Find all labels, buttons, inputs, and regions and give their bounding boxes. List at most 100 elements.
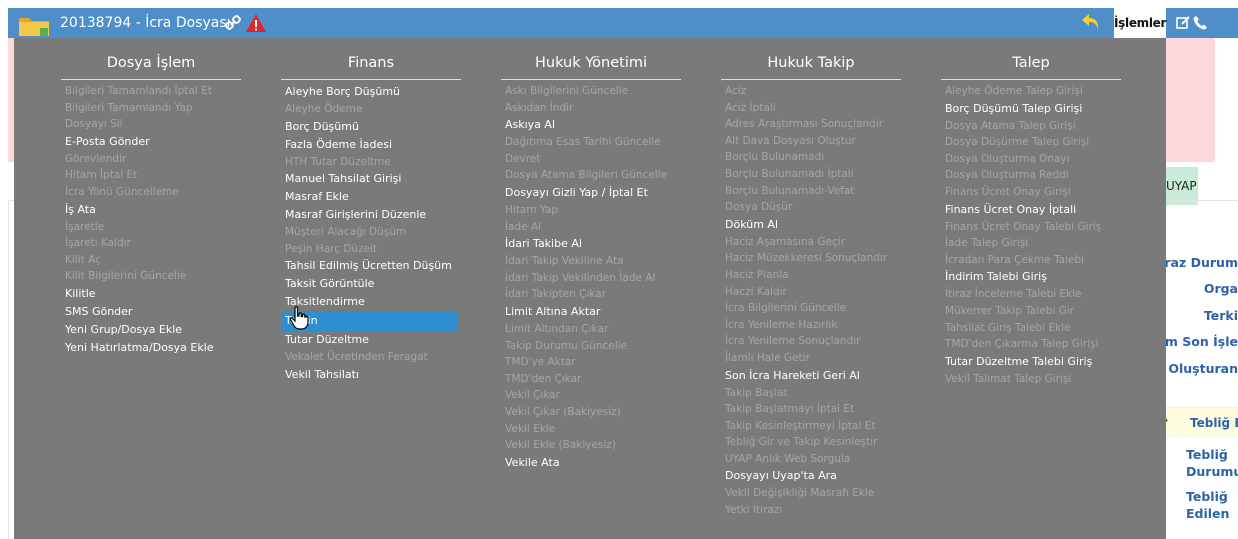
menu-item[interactable]: Vekil Tahsilatı — [281, 366, 461, 384]
menu-item: Devret — [505, 152, 541, 165]
menu-item: Vekil Talimat Talep Girişi — [945, 372, 1072, 385]
tab-tebligat[interactable]: Tebliğ E — [1190, 416, 1238, 430]
menu-item: İşaretle — [65, 220, 105, 233]
menu-column-title: Hukuk Yönetimi — [501, 38, 681, 80]
menu-item[interactable]: İndirim Talebi Giriş — [941, 268, 1121, 286]
file-header-bar: 20138794 - İcra Dosyası İşlemler — [8, 8, 1238, 38]
menu-item[interactable]: Tutar Düzeltme — [281, 331, 461, 349]
menu-item: Yetki İtirazı — [725, 504, 783, 517]
menu-item: Bilgileri Tamamlandı Yap — [65, 101, 193, 114]
menu-item[interactable]: Borç Düşümü Talep Girişi — [941, 100, 1121, 118]
tebligat-durumu-label: Tebliğ Durumu — [1186, 447, 1238, 479]
menu-item: İcra Yönü Güncelleme — [65, 185, 179, 198]
menu-item: Takip Kesinleştirmeyi İptal Et — [725, 419, 876, 432]
menu-item[interactable]: İdari Takibe Al — [501, 235, 681, 253]
menu-item: Tahsilat Giriş Talebi Ekle — [945, 321, 1071, 334]
menu-item: Peşin Harç Düzelt — [285, 242, 378, 255]
menu-item[interactable]: Tahsil Edilmiş Ücretten Düşüm — [281, 257, 461, 275]
menu-item: İdari Takip Vekilinden İade Al — [505, 271, 656, 284]
menu-item: Borçlu Bulunamadı — [725, 151, 825, 164]
divider — [8, 200, 9, 539]
menu-item: Askıdan İndir — [505, 101, 574, 114]
menu-item: Vekil Çıkar — [505, 389, 560, 402]
menu-item[interactable]: Fazla Ödeme İadesi — [281, 136, 461, 154]
menu-item: Tebliğ Gir ve Takip Kesinleştir — [725, 436, 878, 449]
edit-icon[interactable] — [1176, 15, 1191, 34]
menu-item[interactable]: Yeni Grup/Dosya Ekle — [61, 321, 241, 339]
menu-item: Vekil Ekle — [505, 422, 556, 435]
menu-item: UYAP Anlık Web Sorgula — [725, 452, 851, 465]
menu-column-title: Hukuk Takip — [721, 38, 901, 80]
menu-item: Dosya Düşürme Talep Girişi — [945, 136, 1090, 149]
menu-item[interactable]: Dosyayı Gizli Yap / İptal Et — [501, 184, 681, 202]
menu-item: Vekil Değişikliği Masrafı Ekle — [725, 487, 875, 500]
menu-item[interactable]: Yeni Hatırlatma/Dosya Ekle — [61, 339, 241, 357]
menu-item[interactable]: Son İcra Hareketi Geri Al — [721, 367, 901, 385]
menu-item[interactable]: Manuel Tahsilat Girişi — [281, 170, 461, 188]
actions-menu-button[interactable]: İşlemler — [1114, 8, 1166, 38]
menu-item: Kilit Aç — [65, 253, 101, 266]
menu-item[interactable]: Masraf Ekle — [281, 188, 461, 206]
menu-item: Vekil Çıkar (Bakiyesiz) — [505, 405, 621, 418]
menu-item: Vekil Ekle (Bakiyesiz) — [505, 439, 616, 452]
menu-item: Takip Başlatmayı İptal Et — [725, 403, 855, 416]
phone-icon[interactable] — [1193, 15, 1207, 34]
back-arrow-icon[interactable] — [1080, 11, 1102, 37]
menu-item: Bilgileri Tamamlandı İptal Et — [65, 85, 212, 97]
menu-item: Hitam Yap — [505, 203, 558, 216]
link-icon[interactable] — [225, 15, 241, 35]
menu-item: Dosya Atama Talep Girişi — [945, 119, 1076, 132]
menu-item[interactable]: İş Ata — [61, 201, 241, 219]
menu-item: Finans Ücret Onay Talebi Giriş — [945, 220, 1102, 233]
menu-item: İcra Bilgilerini Güncelle — [725, 302, 847, 315]
menu-item[interactable]: Kilitle — [61, 285, 241, 303]
menu-column-hukuk-yonetimi: Hukuk Yönetimi Askı Bilgilerini Güncelle… — [501, 38, 681, 472]
menu-item: Dosyayı Sil — [65, 118, 123, 131]
menu-item[interactable]: SMS Gönder — [61, 303, 241, 321]
menu-item: Dosya Oluşturma Reddi — [945, 169, 1069, 182]
menu-column-title: Talep — [941, 38, 1121, 80]
menu-item: TMD'ye Aktar — [505, 356, 576, 369]
menu-item: İade Al — [505, 220, 542, 233]
warning-icon[interactable] — [245, 13, 267, 37]
menu-item[interactable]: Döküm Al — [721, 216, 901, 234]
menu-item: İcra Yenileme Sonuçlandır — [725, 335, 861, 348]
menu-item: Haciz Aşamasına Geçir — [725, 235, 846, 248]
menu-item[interactable]: E-Posta Gönder — [61, 133, 241, 151]
menu-item: İade Talep Girişi — [945, 237, 1029, 250]
menu-column-dosya-islem: Dosya İşlem Bilgileri Tamamlandı İptal E… — [61, 38, 241, 357]
menu-item: Adres Araştırması Sonuçlandır — [725, 118, 884, 131]
menu-item: İcra Yenileme Hazırlık — [725, 318, 838, 331]
menu-item: TMD'den Çıkar — [505, 372, 582, 385]
field-label-olusturan: Oluşturan — [1168, 361, 1238, 376]
menu-column-title: Dosya İşlem — [61, 38, 241, 80]
menu-item[interactable]: Masraf Girişlerini Düzenle — [281, 206, 461, 224]
menu-item[interactable]: Limit Altına Aktar — [501, 303, 681, 321]
menu-item[interactable]: Taksit Görüntüle — [281, 275, 461, 293]
menu-item[interactable]: Vekile Ata — [501, 454, 681, 472]
menu-item: Dosya Düşür — [725, 201, 793, 214]
menu-item: İlamlı Hale Getir — [725, 351, 810, 364]
menu-item: İtiraz İnceleme Talebi Ekle — [945, 288, 1082, 301]
menu-item: İşareti Kaldır — [65, 237, 131, 250]
menu-item: Hitam İptal Et — [65, 169, 138, 182]
menu-item[interactable]: Tutar Düzeltme Talebi Giriş — [941, 353, 1121, 371]
menu-item: Limit Altından Çıkar — [505, 322, 609, 335]
menu-item: İdari Takip Vekiline Ata — [505, 255, 624, 268]
menu-item[interactable]: Askıya Al — [501, 116, 681, 134]
menu-item: Aleyhe Ödeme Talep Girişi — [945, 85, 1083, 97]
menu-item: İcradan Para Çekme Talebi — [945, 253, 1085, 266]
menu-item: Dosya Oluşturma Onayı — [945, 152, 1070, 165]
menu-item[interactable]: Dosyayı Uyap'ta Ara — [721, 467, 901, 485]
menu-item[interactable]: Aleyhe Borç Düşümü — [281, 83, 461, 101]
menu-item[interactable]: Borç Düşümü — [281, 118, 461, 136]
menu-item: İdari Takipten Çıkar — [505, 288, 607, 301]
menu-item: Vekalet Ücretinden Feragat — [285, 351, 428, 364]
menu-item: Borçlu Bulunamadı İptali — [725, 167, 854, 180]
menu-item: TMD'den Çıkarma Talep Girişi — [945, 338, 1099, 351]
field-label-terki: Terki — [1203, 308, 1238, 323]
menu-item[interactable]: Finans Ücret Onay İptali — [941, 201, 1121, 219]
hand-cursor-icon — [289, 306, 309, 334]
menu-item: HTH Tutar Düzeltme — [285, 155, 391, 168]
menu-column-talep: Talep Aleyhe Ödeme Talep Girişi Borç Düşü… — [941, 38, 1121, 387]
